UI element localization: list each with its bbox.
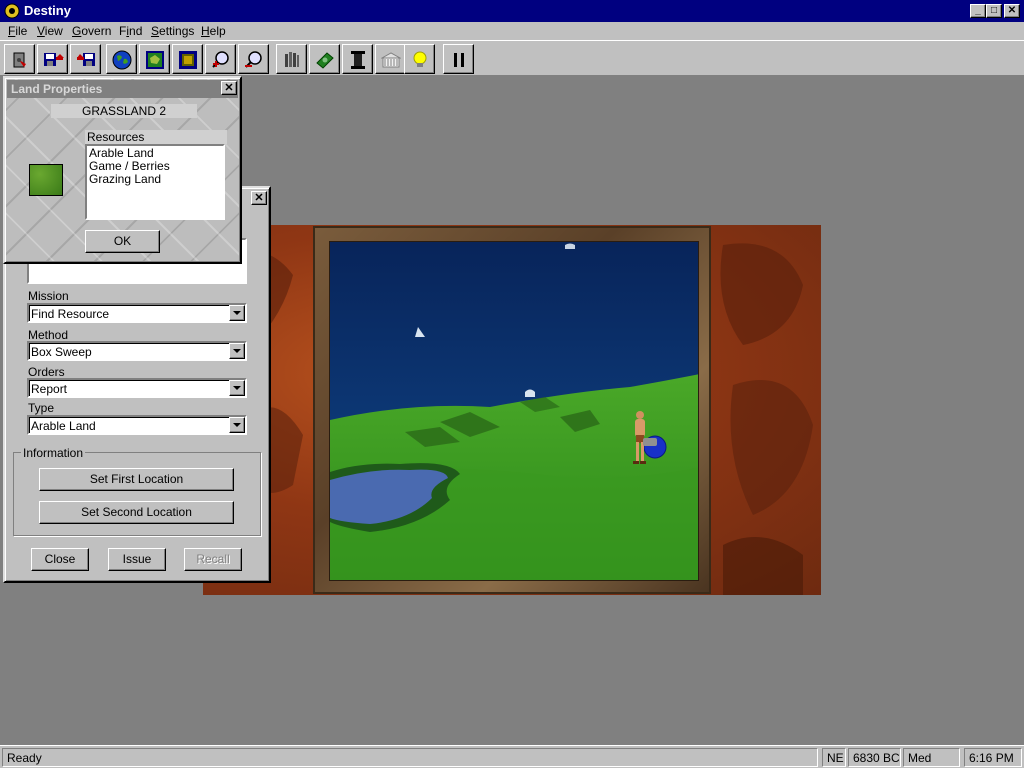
set-second-location-button[interactable]: Set Second Location: [39, 501, 234, 524]
save-icon: [44, 53, 64, 66]
minimap-icon: [179, 51, 197, 69]
set-first-location-button[interactable]: Set First Location: [39, 468, 234, 491]
information-label: Information: [21, 446, 86, 460]
title-bar: Destiny _ □ ✕: [0, 0, 1024, 22]
recall-button[interactable]: Recall: [184, 548, 242, 571]
close-button[interactable]: Close: [31, 548, 89, 571]
resources-label: Resources: [85, 130, 227, 144]
menu-file[interactable]: File: [8, 24, 27, 38]
mission-value: Find Resource: [31, 307, 110, 321]
map-icon: [146, 51, 164, 69]
app-icon: [4, 3, 20, 19]
save-button[interactable]: [37, 44, 68, 74]
orders-label: Orders: [28, 365, 65, 379]
land-name: GRASSLAND 2: [51, 104, 197, 118]
status-time: 6:16 PM: [964, 748, 1022, 767]
status-bar: Ready NE 6830 BC Med 6:16 PM: [0, 745, 1024, 768]
resources-list[interactable]: Arable Land Game / Berries Grazing Land: [85, 144, 225, 220]
map-button[interactable]: [139, 44, 170, 74]
method-select[interactable]: Box Sweep: [27, 341, 247, 361]
window-title: Destiny: [24, 3, 71, 18]
chevron-down-icon[interactable]: [229, 417, 245, 433]
pause-button[interactable]: [443, 44, 474, 74]
menu-settings[interactable]: Settings: [151, 24, 194, 38]
status-message: Ready: [2, 748, 818, 767]
zoom-in-button[interactable]: [205, 44, 236, 74]
close-window-button[interactable]: ✕: [1004, 4, 1020, 18]
method-label: Method: [28, 328, 69, 342]
idea-icon: [413, 51, 427, 67]
mission-close-x[interactable]: ✕: [251, 191, 267, 205]
idea-button[interactable]: [404, 44, 435, 74]
menu-help[interactable]: Help: [201, 24, 226, 38]
type-label: Type: [28, 401, 55, 415]
issue-button[interactable]: Issue: [108, 548, 166, 571]
list-item[interactable]: Grazing Land: [89, 173, 221, 186]
view-frame: [313, 226, 711, 594]
column-icon: [351, 51, 365, 69]
land-properties-title: Land Properties: [11, 82, 103, 96]
land-properties-dialog: Land Properties ✕ GRASSLAND 2 Resources …: [3, 76, 242, 264]
money-button[interactable]: [309, 44, 340, 74]
building-button[interactable]: [375, 44, 406, 74]
menu-bar: File View Govern Find Settings Help: [0, 22, 1024, 41]
land-properties-titlebar: Land Properties: [7, 80, 238, 98]
pause-icon: [454, 53, 464, 67]
money-icon: [316, 52, 334, 69]
status-year: 6830 BC: [848, 748, 901, 767]
menu-view[interactable]: View: [37, 24, 63, 38]
chevron-down-icon[interactable]: [229, 305, 245, 321]
orders-value: Report: [31, 382, 68, 396]
zoom-out-icon: [245, 51, 262, 68]
load-button[interactable]: [70, 44, 101, 74]
type-select[interactable]: Arable Land: [27, 415, 247, 435]
exit-button[interactable]: [4, 44, 35, 74]
method-value: Box Sweep: [31, 345, 92, 359]
library-icon: [285, 52, 299, 67]
building-icon: [381, 52, 401, 68]
chevron-down-icon[interactable]: [229, 343, 245, 359]
orders-select[interactable]: Report: [27, 378, 247, 398]
toolbar: [0, 42, 1024, 76]
maximize-button[interactable]: □: [986, 4, 1002, 18]
ok-button[interactable]: OK: [85, 230, 160, 253]
exit-icon: [13, 52, 26, 68]
menu-find[interactable]: Find: [119, 24, 142, 38]
minimize-button[interactable]: _: [970, 4, 986, 18]
land-properties-close-x[interactable]: ✕: [221, 81, 237, 95]
mission-select[interactable]: Find Resource: [27, 303, 247, 323]
land-swatch: [29, 164, 63, 196]
status-speed: Med: [903, 748, 960, 767]
status-direction: NE: [822, 748, 846, 767]
minimap-button[interactable]: [172, 44, 203, 74]
zoom-in-icon: [212, 51, 229, 68]
load-icon: [77, 53, 95, 66]
type-value: Arable Land: [31, 419, 96, 433]
mission-label: Mission: [28, 289, 69, 303]
zoom-out-button[interactable]: [238, 44, 269, 74]
game-view[interactable]: [329, 241, 699, 581]
globe-button[interactable]: [106, 44, 137, 74]
menu-govern[interactable]: Govern: [72, 24, 111, 38]
library-button[interactable]: [276, 44, 307, 74]
globe-icon: [112, 50, 132, 70]
chevron-down-icon[interactable]: [229, 380, 245, 396]
column-button[interactable]: [342, 44, 373, 74]
